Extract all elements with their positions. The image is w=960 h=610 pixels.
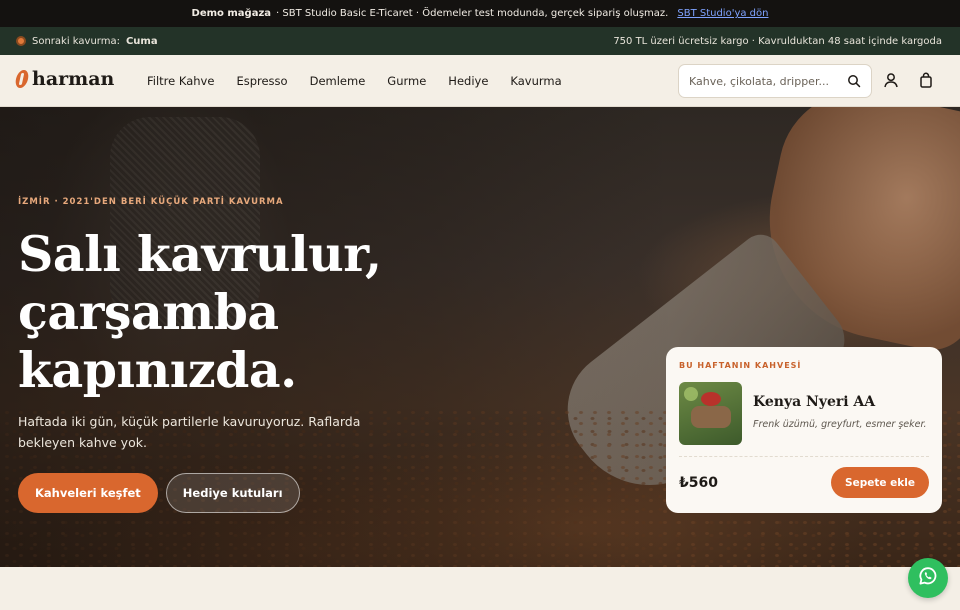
hero-title: Salı kavrulur, çarşamba kapınızda. [18, 225, 382, 399]
hero-section: İZMİR · 2021'DEN BERİ KÜÇÜK PARTİ KAVURM… [0, 107, 960, 567]
shipping-info: 750 TL üzeri ücretsiz kargo · Kavruldukt… [613, 35, 942, 47]
weekly-product[interactable]: Kenya Nyeri AA Frenk üzümü, greyfurt, es… [679, 382, 929, 445]
next-roast-label: Sonraki kavurma: [32, 35, 120, 47]
thumb-cherries [701, 392, 721, 406]
search-box [678, 64, 872, 98]
nav-item-filtre-kahve[interactable]: Filtre Kahve [147, 74, 214, 88]
logo[interactable]: harman [14, 68, 115, 90]
next-roast-day: Cuma [125, 35, 158, 47]
nav-item-kavurma[interactable]: Kavurma [510, 74, 561, 88]
nav-item-demleme[interactable]: Demleme [310, 74, 366, 88]
hero-eyebrow: İZMİR · 2021'DEN BERİ KÜÇÜK PARTİ KAVURM… [18, 197, 284, 207]
logo-text: harman [32, 68, 115, 90]
hero-buttons: Kahveleri keşfet Hediye kutuları [18, 473, 300, 513]
thumb-leaf [684, 387, 698, 401]
product-thumbnail[interactable] [679, 382, 742, 445]
weekly-coffee-card: BU HAFTANIN KAHVESİ Kenya Nyeri AA Frenk… [666, 347, 942, 513]
product-price: ₺560 [679, 474, 718, 491]
demo-store-label: Demo mağaza [191, 8, 272, 19]
user-icon[interactable] [883, 72, 899, 92]
back-to-studio-link[interactable]: SBT Studio'ya dön [677, 8, 768, 19]
demo-notice-text: · SBT Studio Basic E-Ticaret · Ödemeler … [276, 8, 669, 19]
add-to-cart-button[interactable]: Sepete ekle [831, 467, 929, 498]
logo-bean-icon [14, 70, 30, 88]
nav-item-espresso[interactable]: Espresso [236, 74, 287, 88]
card-divider [679, 456, 929, 457]
main-nav: Filtre Kahve Espresso Demleme Gurme Hedi… [147, 55, 584, 107]
roast-dot-icon [16, 36, 26, 46]
weekly-coffee-kicker: BU HAFTANIN KAHVESİ [679, 361, 802, 370]
search-input[interactable] [689, 74, 839, 88]
hero-subtitle: Haftada iki gün, küçük partilerle kavuru… [18, 414, 361, 450]
info-bar: Sonraki kavurma: Cuma 750 TL üzeri ücret… [0, 27, 960, 55]
gift-boxes-button[interactable]: Hediye kutuları [165, 473, 300, 513]
site-header: harman Filtre Kahve Espresso Demleme Gur… [0, 55, 960, 107]
whatsapp-icon [918, 566, 938, 590]
product-name[interactable]: Kenya Nyeri AA [753, 394, 927, 410]
product-tasting-notes: Frenk üzümü, greyfurt, esmer şeker. [753, 419, 927, 430]
thumb-basket [691, 406, 731, 428]
whatsapp-button[interactable] [908, 558, 948, 598]
demo-bar: Demo mağaza · SBT Studio Basic E-Ticaret… [0, 0, 960, 27]
nav-item-gurme[interactable]: Gurme [387, 74, 426, 88]
cart-icon[interactable] [918, 72, 934, 92]
nav-item-hediye[interactable]: Hediye [448, 74, 488, 88]
explore-coffees-button[interactable]: Kahveleri keşfet [18, 473, 158, 513]
search-icon[interactable] [847, 73, 861, 92]
hero-text: İZMİR · 2021'DEN BERİ KÜÇÜK PARTİ KAVURM… [18, 197, 418, 453]
